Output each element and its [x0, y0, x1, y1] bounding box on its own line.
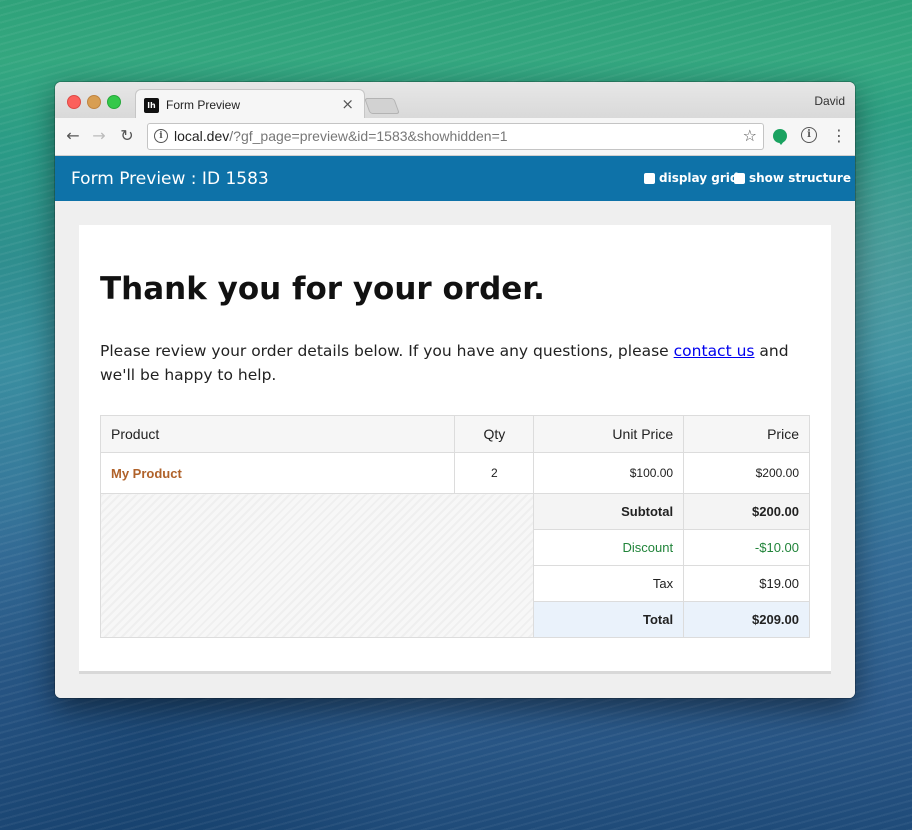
show-structure-checkbox[interactable]: [734, 172, 745, 184]
column-header-unit-price: Unit Price: [533, 415, 685, 453]
url-text[interactable]: local.dev/?gf_page=preview&id=1583&showh…: [174, 128, 508, 144]
discount-label: Discount: [533, 529, 685, 566]
maximize-window-button[interactable]: [107, 95, 121, 109]
price-cell: $200.00: [683, 452, 810, 494]
url-host: local.dev: [174, 128, 230, 144]
preview-header: Form Preview : ID 1583 display grid show…: [55, 156, 855, 201]
discount-value: -$10.00: [683, 529, 810, 566]
browser-toolbar: ← → ↻ i local.dev/?gf_page=preview&id=15…: [55, 118, 855, 156]
extension-info-icon[interactable]: i: [801, 127, 817, 143]
column-header-qty: Qty: [454, 415, 535, 453]
browser-window: lh Form Preview × David ← → ↻ i local.de…: [55, 82, 855, 698]
browser-tab[interactable]: lh Form Preview ×: [135, 89, 365, 120]
bookmark-star-icon[interactable]: ☆: [743, 126, 757, 145]
page-viewport: Form Preview : ID 1583 display grid show…: [55, 156, 855, 698]
page-title: Form Preview : ID 1583: [71, 169, 269, 189]
tax-label: Tax: [533, 565, 685, 602]
total-value: $209.00: [683, 601, 810, 638]
product-name: My Product: [111, 465, 182, 481]
minimize-window-button[interactable]: [87, 95, 101, 109]
table-header-row: Product Qty Unit Price Price: [99, 415, 810, 453]
confirmation-panel: Thank you for your order. Please review …: [79, 225, 831, 674]
favicon-icon: lh: [144, 98, 159, 113]
subtotal-value: $200.00: [683, 493, 810, 530]
extension-chat-icon[interactable]: [773, 129, 787, 145]
new-tab-button[interactable]: [364, 98, 400, 114]
contact-us-link[interactable]: contact us: [674, 342, 755, 360]
url-path: /?gf_page=preview&id=1583&showhidden=1: [229, 128, 508, 144]
close-tab-icon[interactable]: ×: [341, 95, 354, 113]
tab-bar: lh Form Preview × David: [55, 82, 855, 120]
display-grid-label: display grid: [659, 171, 739, 185]
address-bar[interactable]: i local.dev/?gf_page=preview&id=1583&sho…: [147, 123, 764, 150]
confirmation-message: Please review your order details below. …: [100, 339, 800, 387]
table-row: My Product 2 $100.00 $200.00: [99, 452, 810, 494]
reload-icon[interactable]: ↻: [117, 126, 137, 146]
close-window-button[interactable]: [67, 95, 81, 109]
tab-title: Form Preview: [166, 98, 241, 112]
browser-menu-icon[interactable]: ⋮: [831, 126, 847, 146]
column-header-product: Product: [99, 415, 456, 453]
unit-price-cell: $100.00: [533, 452, 685, 494]
site-info-icon[interactable]: i: [154, 129, 168, 143]
tax-value: $19.00: [683, 565, 810, 602]
intro-text-start: Please review your order details below. …: [100, 342, 674, 360]
order-summary-table: Product Qty Unit Price Price My Product …: [99, 415, 810, 638]
subtotal-row: Subtotal $200.00: [99, 493, 810, 638]
qty-cell: 2: [454, 452, 535, 494]
show-structure-label: show structure: [749, 171, 851, 185]
show-structure-toggle[interactable]: show structure: [734, 171, 851, 185]
subtotal-label: Subtotal: [533, 493, 685, 530]
column-header-price: Price: [683, 415, 810, 453]
total-label: Total: [533, 601, 685, 638]
confirmation-heading: Thank you for your order.: [100, 271, 545, 307]
summary-spacer: [99, 493, 535, 638]
display-grid-checkbox[interactable]: [644, 172, 655, 184]
profile-name[interactable]: David: [814, 94, 845, 108]
forward-arrow-icon[interactable]: →: [89, 126, 109, 146]
product-cell: My Product: [99, 452, 456, 494]
display-grid-toggle[interactable]: display grid: [644, 171, 739, 185]
back-arrow-icon[interactable]: ←: [63, 126, 83, 146]
